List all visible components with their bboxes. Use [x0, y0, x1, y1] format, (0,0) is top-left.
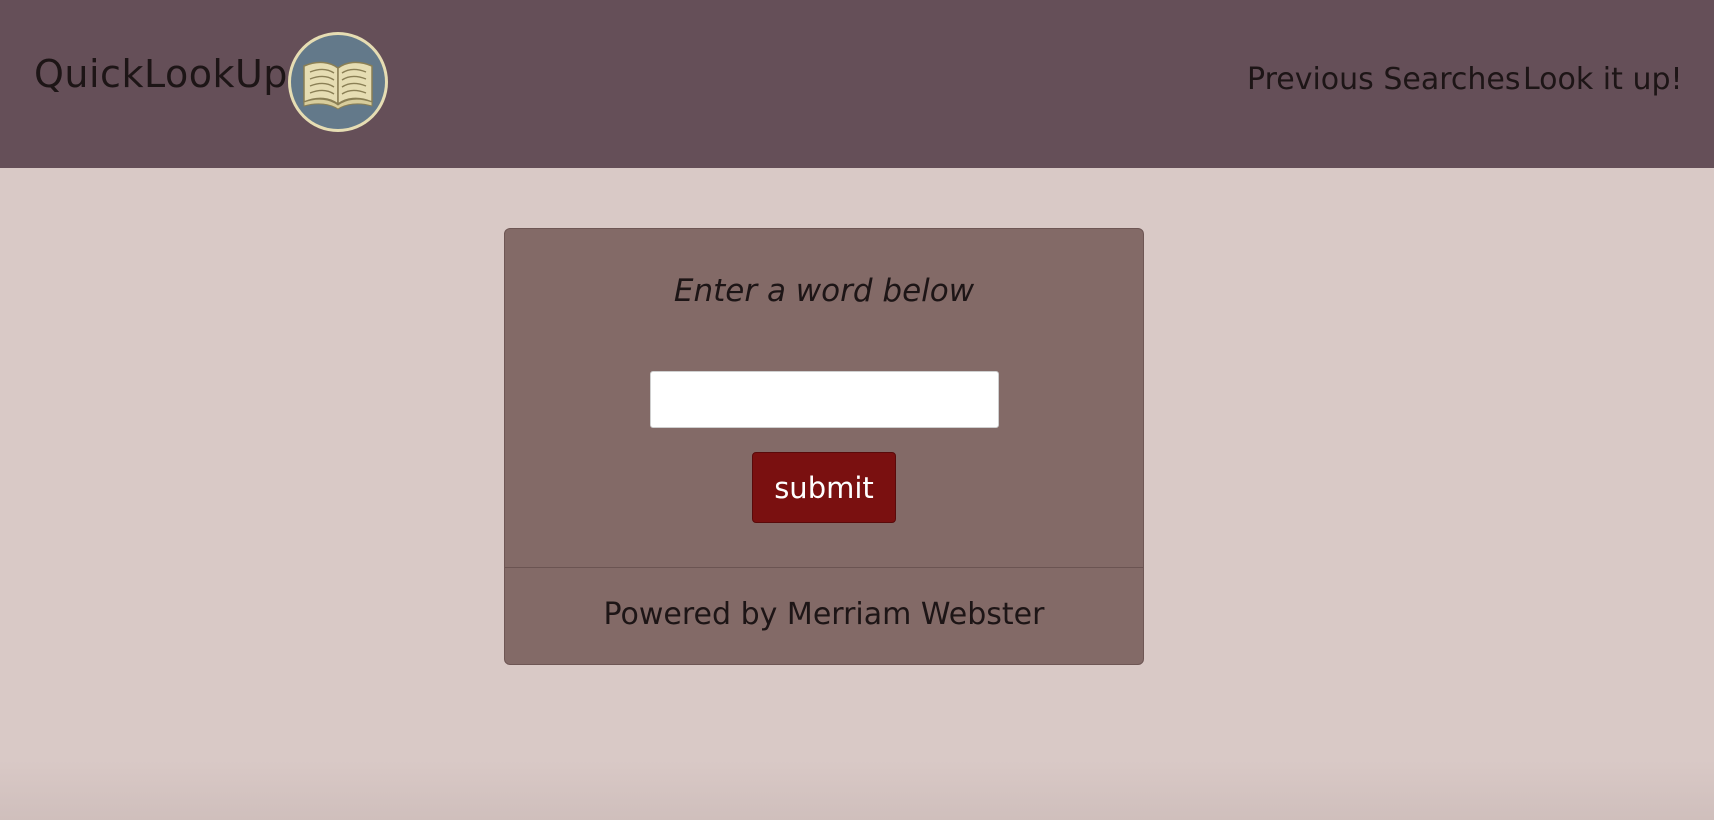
open-book-icon [291, 35, 385, 129]
search-card: Enter a word below submit Powered by Mer… [504, 228, 1144, 665]
search-card-title: Enter a word below [673, 273, 975, 309]
logo[interactable] [288, 32, 388, 132]
navbar: QuickLookUp Previous Searches Look it up… [0, 0, 1714, 168]
word-input[interactable] [650, 371, 999, 428]
nav-previous-searches[interactable]: Previous Searches [1247, 62, 1520, 97]
nav-look-it-up[interactable]: Look it up! [1523, 62, 1683, 97]
submit-button[interactable]: submit [752, 452, 896, 523]
bottom-shade [0, 760, 1714, 820]
powered-by-footer: Powered by Merriam Webster [603, 597, 1045, 632]
brand-link[interactable]: QuickLookUp [34, 52, 288, 96]
card-divider [505, 567, 1143, 568]
